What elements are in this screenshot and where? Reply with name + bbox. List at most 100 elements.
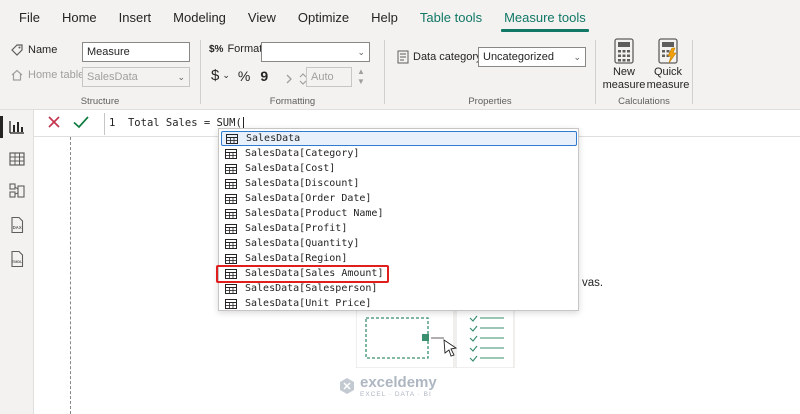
name-tag-icon — [11, 44, 23, 56]
autocomplete-item-label: SalesData[Region] — [245, 253, 348, 264]
data-category-icon — [397, 50, 409, 64]
new-measure-label-2: measure — [602, 79, 646, 91]
table-icon — [225, 193, 237, 204]
autocomplete-item[interactable]: SalesData[Unit Price] — [221, 296, 577, 311]
quick-measure-label-1: Quick — [653, 66, 683, 78]
spinner-arrows: ▲ ▼ — [357, 67, 365, 86]
chevron-down-icon: ⌄ — [573, 52, 581, 62]
view-rail: DAX TMDL — [0, 110, 34, 414]
table-icon — [225, 253, 237, 264]
autocomplete-item[interactable]: SalesData — [221, 131, 577, 146]
table-icon — [225, 238, 237, 249]
menu-view[interactable]: View — [237, 0, 287, 34]
menu-home[interactable]: Home — [51, 0, 108, 34]
model-icon — [9, 183, 25, 198]
format-icon: $% — [209, 43, 224, 55]
autocomplete-item-label: SalesData — [246, 133, 301, 144]
tmdl-label: TMDL — [12, 260, 23, 264]
autocomplete-item-label: SalesData[Order Date] — [245, 193, 372, 204]
format-label: Format — [227, 43, 263, 55]
formula-line-number: 1 — [109, 117, 116, 129]
decimal-places-value: Auto — [311, 71, 334, 83]
model-view-button[interactable] — [8, 182, 26, 200]
home-table-select: SalesData ⌄ — [82, 67, 190, 87]
properties-group: Data category Uncategorized ⌄ Properties — [385, 34, 595, 110]
table-view-button[interactable] — [8, 150, 26, 168]
cancel-formula-icon[interactable] — [46, 114, 62, 130]
chevron-down-icon: ⌄ — [357, 47, 365, 57]
menu-modeling[interactable]: Modeling — [162, 0, 237, 34]
autocomplete-item[interactable]: SalesData[Profit] — [221, 221, 577, 236]
quick-measure-label-2: measure — [646, 79, 690, 91]
percent-button[interactable]: % — [238, 68, 250, 84]
report-view-button[interactable] — [0, 116, 26, 138]
structure-group-label: Structure — [80, 96, 120, 107]
home-table-label: Home table — [28, 69, 85, 81]
tmdl-doc-icon: TMDL — [11, 250, 23, 268]
structure-group: Name Measure Home table SalesData ⌄ Stru… — [0, 34, 200, 110]
chevron-down-icon: ⌄ — [177, 72, 185, 82]
autocomplete-item-label: SalesData[Profit] — [245, 223, 348, 234]
new-measure-label-1: New — [612, 66, 635, 78]
home-table-value: SalesData — [87, 71, 138, 83]
commit-formula-icon[interactable] — [72, 114, 90, 130]
autocomplete-item-label: SalesData[Unit Price] — [245, 298, 372, 309]
format-select[interactable]: ⌄ — [261, 42, 370, 62]
exceldemy-logo-icon — [340, 378, 354, 394]
table-icon — [225, 283, 237, 294]
calculations-group-label: Calculations — [618, 96, 670, 107]
home-icon — [11, 69, 23, 81]
quick-calculator-icon — [658, 38, 678, 64]
table-grid-icon — [9, 152, 25, 166]
autocomplete-item-label: SalesData[Discount] — [245, 178, 360, 189]
dax-label: DAX — [13, 225, 22, 230]
chevron-down-icon[interactable]: ⌄ — [222, 70, 230, 81]
quick-measure-button[interactable]: Quick measure — [646, 38, 690, 92]
menu-measure-tools[interactable]: Measure tools — [493, 0, 597, 34]
watermark: exceldemy EXCEL · DATA · BI — [338, 374, 437, 398]
autocomplete-item-label: SalesData[Product Name] — [245, 208, 384, 219]
divider — [692, 40, 693, 104]
autocomplete-item-label: SalesData[Salesperson] — [245, 283, 378, 294]
watermark-brand: exceldemy — [360, 374, 437, 391]
highlight-annotation — [216, 265, 389, 283]
autocomplete-item-label: SalesData[Category] — [245, 148, 360, 159]
canvas-boundary — [70, 137, 71, 414]
autocomplete-item[interactable]: SalesData[Order Date] — [221, 191, 577, 206]
bar-chart-icon — [9, 121, 24, 134]
menu-file[interactable]: File — [0, 0, 51, 34]
intellisense-dropdown: SalesData SalesData[Category] SalesData[Co… — [218, 128, 579, 311]
table-icon — [225, 148, 237, 159]
decimal-decrease-icon[interactable] — [285, 72, 297, 86]
canvas-hint-text: vas. — [582, 277, 604, 289]
table-icon — [225, 208, 237, 219]
data-category-select[interactable]: Uncategorized ⌄ — [478, 47, 586, 67]
menu-help[interactable]: Help — [360, 0, 409, 34]
autocomplete-item[interactable]: SalesData[Quantity] — [221, 236, 577, 251]
autocomplete-item[interactable]: SalesData[Cost] — [221, 161, 577, 176]
dax-doc-icon: DAX — [11, 216, 24, 234]
menu-bar: File Home Insert Modeling View Optimize … — [0, 0, 800, 34]
comma-style-button[interactable]: 9 — [260, 68, 268, 84]
formatting-group: $% Format ⌄ $ ⌄ % 9 Auto ▲ ▼ Formatting — [201, 34, 384, 110]
autocomplete-item[interactable]: SalesData[Discount] — [221, 176, 577, 191]
properties-group-label: Properties — [468, 96, 512, 107]
menu-optimize[interactable]: Optimize — [287, 0, 360, 34]
autocomplete-item[interactable]: SalesData[Product Name] — [221, 206, 577, 221]
name-input[interactable]: Measure — [82, 42, 190, 62]
new-measure-button[interactable]: New measure — [602, 38, 646, 92]
data-category-label: Data category — [413, 51, 482, 63]
autocomplete-item[interactable]: SalesData[Category] — [221, 146, 577, 161]
dax-query-view-button[interactable]: DAX — [8, 216, 26, 234]
calculations-group: New measure Quick measure Calculations — [596, 34, 692, 110]
table-icon — [225, 223, 237, 234]
autocomplete-item-label: SalesData[Cost] — [245, 163, 336, 174]
menu-table-tools[interactable]: Table tools — [409, 0, 493, 34]
name-label: Name — [28, 44, 58, 56]
autocomplete-item[interactable]: SalesData[Salesperson] — [221, 281, 577, 296]
autocomplete-item[interactable]: SalesData[Region] — [221, 251, 577, 266]
currency-button[interactable]: $ — [211, 67, 219, 84]
tmdl-view-button[interactable]: TMDL — [8, 250, 26, 268]
menu-insert[interactable]: Insert — [108, 0, 163, 34]
formatting-group-label: Formatting — [269, 96, 316, 107]
